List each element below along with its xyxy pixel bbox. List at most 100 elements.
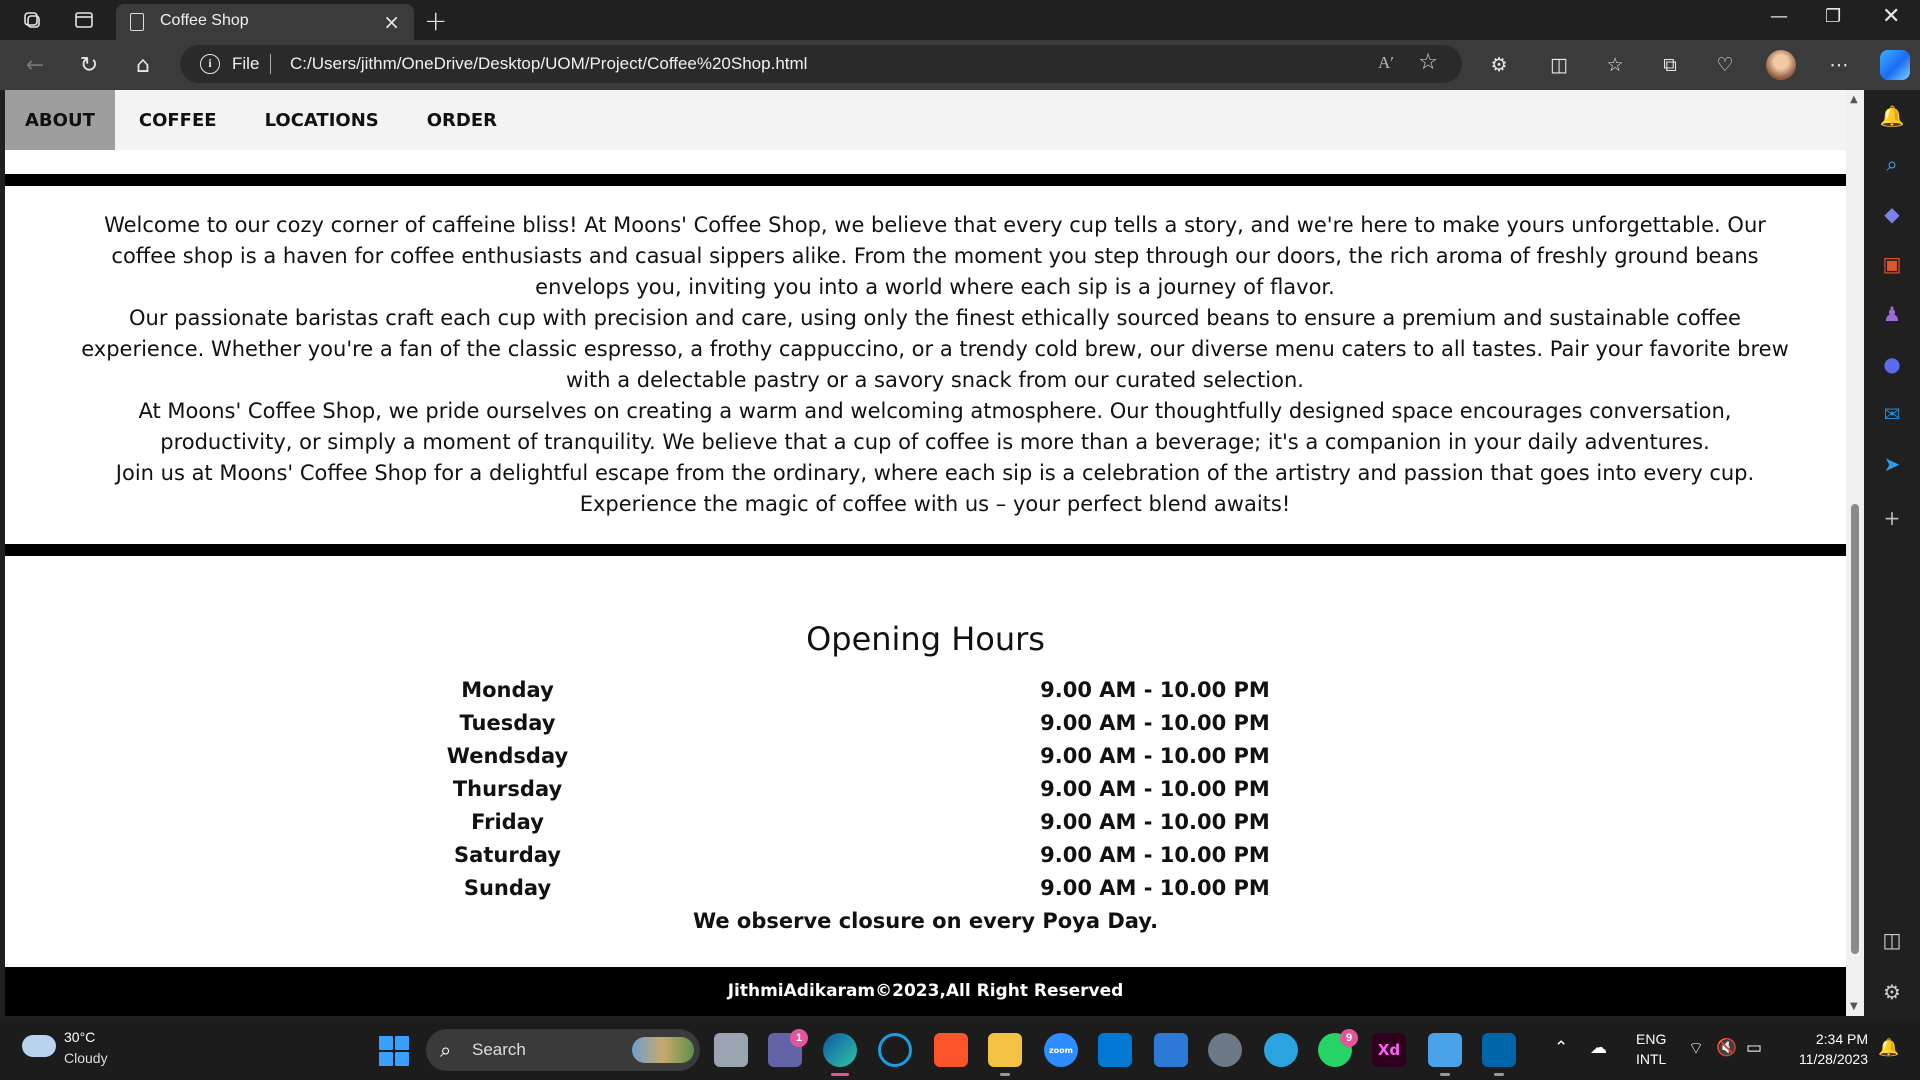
zoom-icon[interactable]: zoom	[1044, 1033, 1078, 1067]
nav-order[interactable]: ORDER	[403, 90, 521, 150]
scroll-up-icon[interactable]: ▲	[1850, 94, 1858, 105]
more-menu-icon[interactable]: ⋯	[1824, 50, 1854, 80]
task-view-icon[interactable]	[714, 1033, 748, 1067]
copilot-icon[interactable]	[1880, 50, 1910, 80]
vscode-icon[interactable]	[1482, 1033, 1516, 1076]
time-label: 9.00 AM - 10.00 PM	[1040, 876, 1270, 900]
tab-coffee-shop[interactable]: Coffee Shop ×	[116, 4, 414, 40]
onedrive-icon[interactable]: ☁	[1590, 1038, 1607, 1058]
copilot-sidebar-icon[interactable]: ●	[1880, 352, 1904, 376]
opening-hours-heading: Opening Hours	[806, 620, 1045, 658]
weather-description[interactable]: Cloudy	[64, 1050, 108, 1066]
profile-avatar[interactable]	[1766, 50, 1796, 80]
home-icon[interactable]: ⌂	[128, 50, 158, 80]
browser-toolbar: ← ↻ ⌂ i File C:/Users/jithm/OneDrive/Des…	[0, 40, 1920, 90]
collections-icon[interactable]: ⧉	[1655, 50, 1685, 80]
hide-sidebar-icon[interactable]: ◫	[1880, 928, 1904, 952]
nav-about[interactable]: ABOUT	[5, 90, 115, 150]
keyboard-layout-indicator[interactable]: INTL	[1636, 1051, 1666, 1067]
divider-top	[5, 174, 1846, 186]
photos-icon[interactable]	[1428, 1033, 1462, 1076]
edge-sidebar: 🔔 ⌕ ◆ ▣ ♟ ● ✉ ➤ + ◫ ⚙	[1864, 90, 1920, 1020]
clock-date[interactable]: 11/28/2023	[1778, 1051, 1868, 1067]
windows-logo-icon	[379, 1052, 393, 1066]
file-label: File	[232, 54, 260, 73]
nav-locations[interactable]: LOCATIONS	[241, 90, 403, 150]
mail-icon[interactable]	[1154, 1033, 1188, 1067]
new-tab-icon[interactable]: +	[424, 4, 447, 37]
running-indicator	[1000, 1073, 1010, 1076]
about-paragraph: Our passionate baristas craft each cup w…	[81, 306, 1789, 392]
tools-briefcase-icon[interactable]: ▣	[1880, 252, 1904, 276]
search-icon: ⌕	[440, 1038, 452, 1062]
outlook-icon[interactable]: ✉	[1880, 402, 1904, 426]
address-bar[interactable]: i File C:/Users/jithm/OneDrive/Desktop/U…	[180, 45, 1462, 83]
microsoft-store-icon[interactable]	[1098, 1033, 1132, 1067]
read-aloud-icon[interactable]: Aʹ	[1378, 53, 1394, 73]
browser-essentials-icon[interactable]: ♡	[1710, 50, 1740, 80]
time-label: 9.00 AM - 10.00 PM	[1040, 678, 1270, 702]
search-label: Search	[472, 1040, 526, 1059]
url-text[interactable]: C:/Users/jithm/OneDrive/Desktop/UOM/Proj…	[290, 54, 807, 74]
games-icon[interactable]: ♟	[1880, 302, 1904, 326]
hours-row: Thursday 9.00 AM - 10.00 PM	[405, 777, 1305, 810]
file-explorer-icon[interactable]	[988, 1033, 1022, 1076]
settings-icon[interactable]	[1208, 1033, 1242, 1067]
day-label: Thursday	[452, 777, 563, 801]
nav-coffee[interactable]: COFFEE	[115, 90, 241, 150]
refresh-icon[interactable]: ↻	[74, 50, 104, 80]
extensions-icon[interactable]: ⚙	[1484, 50, 1514, 80]
about-paragraph: At Moons' Coffee Shop, we pride ourselve…	[138, 399, 1732, 454]
search-highlight-image	[632, 1037, 694, 1063]
telegram-icon[interactable]	[1264, 1033, 1298, 1067]
info-icon[interactable]: i	[200, 54, 220, 74]
weather-temperature[interactable]: 30°C	[64, 1029, 95, 1045]
brave-icon[interactable]	[934, 1033, 968, 1067]
wifi-icon[interactable]: ⌔	[1688, 1038, 1704, 1059]
running-indicator	[1440, 1073, 1450, 1076]
sidebar-settings-icon[interactable]: ⚙	[1880, 980, 1904, 1004]
scrollbar-thumb[interactable]	[1851, 504, 1859, 954]
divider-bottom	[5, 544, 1846, 556]
shopping-tag-icon[interactable]: ◆	[1880, 202, 1904, 226]
taskbar-search[interactable]: ⌕ Search	[426, 1029, 700, 1071]
search-icon[interactable]: ⌕	[1880, 152, 1904, 176]
time-label: 9.00 AM - 10.00 PM	[1040, 777, 1270, 801]
workspaces-icon[interactable]	[20, 8, 44, 32]
windows-taskbar: 30°C Cloudy ⌕ Search 1 zoom 9 Xd ⌃ ☁ ENG…	[0, 1020, 1920, 1080]
cloud-icon[interactable]	[22, 1035, 56, 1057]
notification-bell-icon[interactable]: 🔔	[1878, 1038, 1899, 1058]
restore-icon[interactable]: ❐	[1825, 6, 1841, 27]
closure-note: We observe closure on every Poya Day.	[692, 909, 1159, 933]
volume-muted-icon[interactable]: 🔇	[1716, 1038, 1737, 1058]
send-icon[interactable]: ➤	[1880, 452, 1904, 476]
page-viewport: ABOUT COFFEE LOCATIONS ORDER Welcome to …	[5, 90, 1846, 1016]
active-indicator	[831, 1073, 849, 1076]
minimize-icon[interactable]: —	[1770, 6, 1788, 27]
favorites-icon[interactable]: ☆	[1600, 50, 1630, 80]
clock-time[interactable]: 2:34 PM	[1778, 1031, 1868, 1047]
language-indicator[interactable]: ENG	[1636, 1031, 1666, 1047]
page-scrollbar[interactable]: ▲ ▼	[1846, 90, 1864, 1016]
notifications-bell-icon[interactable]: 🔔	[1880, 104, 1905, 128]
tab-actions-icon[interactable]	[72, 8, 96, 32]
close-tab-icon[interactable]: ×	[383, 10, 400, 34]
close-window-icon[interactable]: ✕	[1882, 4, 1900, 29]
about-paragraph: Welcome to our cozy corner of caffeine b…	[104, 213, 1766, 299]
battery-icon[interactable]: ▭	[1746, 1038, 1762, 1058]
scroll-down-icon[interactable]: ▼	[1850, 1001, 1858, 1012]
windows-logo-icon	[395, 1036, 409, 1050]
cortana-icon[interactable]	[878, 1033, 912, 1067]
hours-row: Friday 9.00 AM - 10.00 PM	[405, 810, 1305, 843]
whatsapp-icon[interactable]: 9	[1318, 1029, 1358, 1067]
edge-icon[interactable]	[823, 1033, 857, 1076]
split-screen-icon[interactable]: ◫	[1544, 50, 1574, 80]
windows-logo-icon	[395, 1052, 409, 1066]
add-sidebar-app-icon[interactable]: +	[1880, 506, 1904, 530]
adobe-xd-icon[interactable]: Xd	[1372, 1033, 1406, 1067]
start-button[interactable]	[379, 1036, 409, 1066]
show-hidden-icons-icon[interactable]: ⌃	[1554, 1038, 1568, 1058]
back-icon[interactable]: ←	[20, 50, 50, 80]
teams-icon[interactable]: 1	[768, 1029, 808, 1067]
favorite-star-icon[interactable]: ☆	[1418, 50, 1438, 75]
